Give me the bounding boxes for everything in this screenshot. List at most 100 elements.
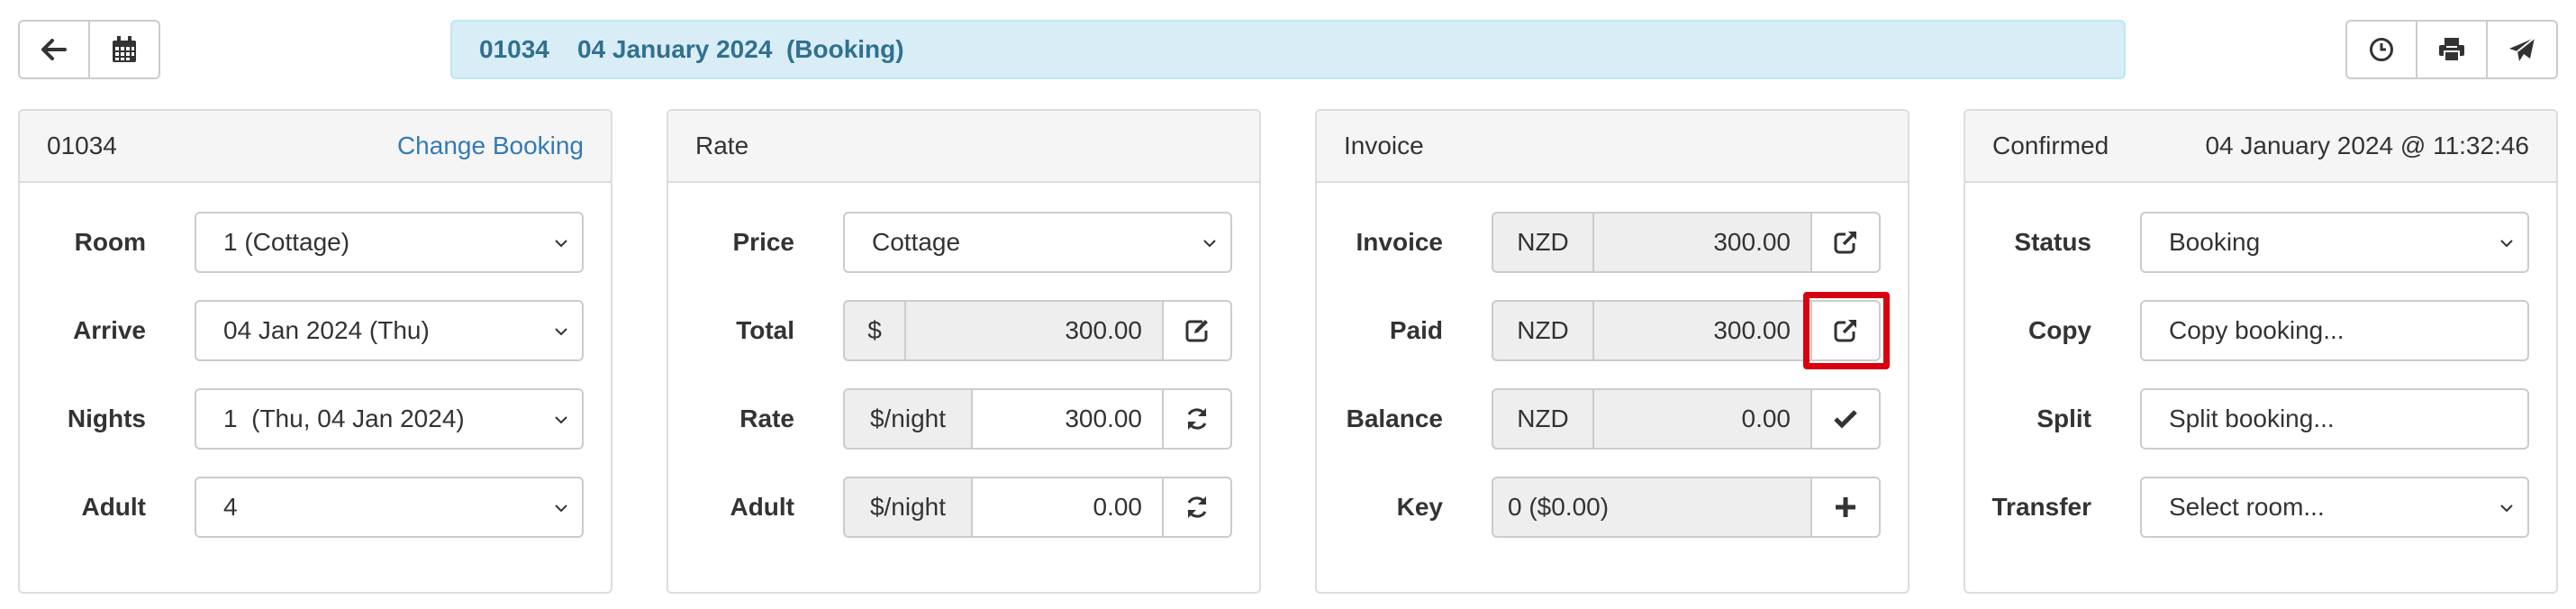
booking-type: (Booking) [785, 35, 904, 63]
copy-row: Copy Copy booking... [1965, 300, 2556, 361]
invoice-label: Invoice [1356, 228, 1443, 256]
refresh-rate-button[interactable] [1162, 388, 1232, 450]
total-currency: $ [843, 300, 904, 361]
price-select[interactable]: Cottage [843, 212, 1232, 273]
open-invoice-button[interactable] [1810, 212, 1881, 273]
transfer-label: Transfer [1991, 493, 2092, 521]
confirmed-timestamp: 04 January 2024 @ 11:32:46 [2205, 132, 2529, 159]
send-button[interactable] [2486, 20, 2558, 79]
invoice-panel: Invoice Invoice NZD 300.00 Paid NZD 300.… [1315, 109, 1909, 594]
highlight-box [1803, 292, 1890, 369]
page-title: 01034 04 January 2024 (Booking) [450, 20, 2126, 79]
chevron-down-icon [2500, 504, 2513, 513]
total-value: 300.00 [904, 300, 1162, 361]
adult-label: Adult [81, 493, 146, 521]
invoice-currency: NZD [1492, 212, 1592, 273]
balance-check-button[interactable] [1810, 388, 1881, 450]
calendar-icon [113, 36, 136, 62]
copy-booking-input[interactable]: Copy booking... [2140, 300, 2529, 361]
transfer-row: Transfer Select room... [1965, 477, 2556, 538]
key-row: Key 0 ($0.00) [1317, 477, 1908, 538]
nights-select[interactable]: 1 (Thu, 04 Jan 2024) [195, 388, 584, 450]
status-panel: Confirmed 04 January 2024 @ 11:32:46 Sta… [1964, 109, 2558, 594]
key-label: Key [1396, 493, 1443, 521]
chevron-down-icon [555, 240, 567, 248]
adult-rate-input[interactable]: 0.00 [971, 477, 1162, 538]
rate-unit: $/night [843, 388, 971, 450]
balance-group: NZD 0.00 [1492, 388, 1881, 450]
add-key-button[interactable] [1810, 477, 1881, 538]
rate-label: Rate [739, 404, 794, 432]
change-booking-link[interactable]: Change Booking [397, 132, 584, 160]
split-label: Split [2036, 404, 2091, 432]
arrive-select[interactable]: 04 Jan 2024 (Thu) [195, 300, 584, 361]
nights-label: Nights [67, 404, 146, 432]
invoice-panel-title: Invoice [1344, 132, 1424, 159]
paid-value: 300.00 [1592, 300, 1810, 361]
paid-label: Paid [1389, 316, 1443, 344]
paid-currency: NZD [1492, 300, 1592, 361]
balance-row: Balance NZD 0.00 [1317, 388, 1908, 450]
room-row: Room 1 (Cottage) [20, 212, 611, 273]
price-label: Price [732, 228, 795, 256]
chevron-down-icon [555, 328, 567, 336]
room-select[interactable]: 1 (Cottage) [195, 212, 584, 273]
status-label: Status [2014, 228, 2091, 256]
refresh-icon [1187, 496, 1207, 518]
refresh-adult-rate-button[interactable] [1162, 477, 1232, 538]
history-button[interactable] [2345, 20, 2417, 79]
split-booking-input[interactable]: Split booking... [2140, 388, 2529, 450]
status-row: Status Booking [1965, 212, 2556, 273]
nights-row: Nights 1 (Thu, 04 Jan 2024) [20, 388, 611, 450]
paper-plane-icon [2509, 37, 2535, 61]
adult-row: Adult 4 [20, 477, 611, 538]
status-panel-header: Confirmed 04 January 2024 @ 11:32:46 [1965, 111, 2556, 183]
external-link-icon [1834, 232, 1856, 254]
rate-panel: Rate Price Cottage Total $ 300.00 Rate $… [667, 109, 1261, 594]
edit-total-button[interactable] [1162, 300, 1232, 361]
chevron-down-icon [1203, 240, 1216, 248]
back-button[interactable] [18, 20, 90, 79]
booking-id: 01034 [479, 35, 549, 63]
clock-icon [2370, 38, 2393, 61]
arrow-left-icon [41, 39, 67, 60]
invoice-group: NZD 300.00 [1492, 212, 1881, 273]
adult-rate-unit: $/night [843, 477, 971, 538]
booking-panel-header: 01034 Change Booking [20, 111, 611, 183]
balance-label: Balance [1346, 404, 1443, 432]
adult-select[interactable]: 4 [195, 477, 584, 538]
invoice-row: Invoice NZD 300.00 [1317, 212, 1908, 273]
rate-row: Rate $/night 300.00 [668, 388, 1259, 450]
chevron-down-icon [555, 504, 567, 513]
calendar-button[interactable] [88, 20, 160, 79]
balance-currency: NZD [1492, 388, 1592, 450]
total-row: Total $ 300.00 [668, 300, 1259, 361]
booking-panel: 01034 Change Booking Room 1 (Cottage) Ar… [18, 109, 612, 594]
status-panel-title: Confirmed [1992, 132, 2109, 159]
key-group: 0 ($0.00) [1492, 477, 1881, 538]
invoice-panel-header: Invoice [1317, 111, 1908, 183]
adult-rate-label: Adult [730, 493, 794, 521]
plus-icon [1836, 497, 1855, 517]
room-label: Room [74, 228, 146, 256]
arrive-row: Arrive 04 Jan 2024 (Thu) [20, 300, 611, 361]
print-button[interactable] [2416, 20, 2488, 79]
rate-panel-header: Rate [668, 111, 1259, 183]
rate-group: $/night 300.00 [843, 388, 1232, 450]
edit-icon [1185, 320, 1208, 342]
balance-value: 0.00 [1592, 388, 1810, 450]
status-select[interactable]: Booking [2140, 212, 2529, 273]
booking-panel-id: 01034 [47, 132, 117, 159]
printer-icon [2439, 38, 2464, 62]
invoice-value: 300.00 [1592, 212, 1810, 273]
rate-input[interactable]: 300.00 [971, 388, 1162, 450]
checkmark-icon [1834, 410, 1857, 429]
rate-panel-title: Rate [695, 132, 749, 159]
key-value: 0 ($0.00) [1492, 477, 1810, 538]
transfer-select[interactable]: Select room... [2140, 477, 2529, 538]
total-label: Total [736, 316, 794, 344]
total-group: $ 300.00 [843, 300, 1232, 361]
split-row: Split Split booking... [1965, 388, 2556, 450]
refresh-icon [1187, 408, 1207, 430]
chevron-down-icon [555, 416, 567, 424]
